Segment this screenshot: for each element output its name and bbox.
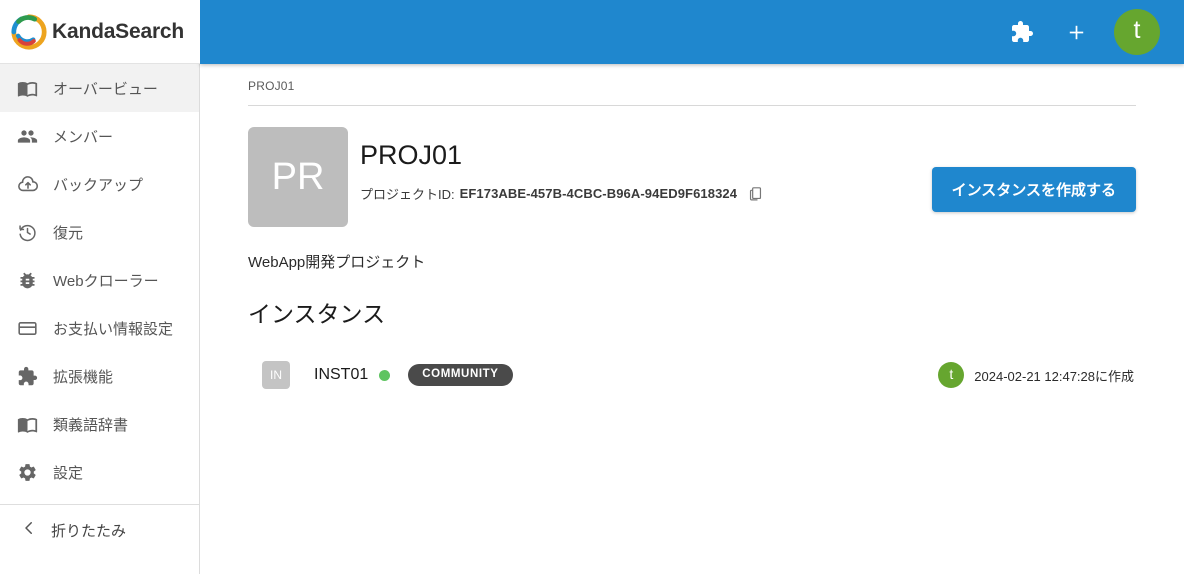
sidebar-item-label: 拡張機能 [53, 368, 114, 386]
instance-thumbnail: IN [262, 361, 290, 389]
sidebar-collapse-label: 折りたたみ [51, 522, 127, 540]
create-instance-button[interactable]: インスタンスを作成する [931, 167, 1136, 212]
project-header: PR PROJ01 プロジェクトID: EF173ABE-457B-4CBC-B… [248, 127, 1136, 227]
instances-section-title: インスタンス [248, 301, 386, 327]
instances-list: IN INST01 COMMUNITY t 2024-02-21 12:47:2… [248, 351, 1136, 399]
instance-created-info: t 2024-02-21 12:47:28に作成 [938, 362, 1134, 388]
sidebar-item-settings[interactable]: 設定 [0, 448, 199, 496]
app-root: KandaSearch t オーバービュー メンバー バックアップ 復元 Web… [0, 0, 1184, 574]
sidebar-item-label: 復元 [53, 224, 84, 242]
avatar: t [938, 362, 965, 388]
sidebar-collapse-button[interactable]: 折りたたみ [0, 505, 199, 555]
list-item[interactable]: IN INST01 COMMUNITY t 2024-02-21 12:47:2… [248, 351, 1136, 399]
credit-card-icon [17, 316, 43, 340]
sidebar-item-label: お支払い情報設定 [53, 320, 174, 338]
breadcrumb[interactable]: PROJ01 [248, 64, 1136, 93]
sidebar-item-overview[interactable]: オーバービュー [0, 64, 199, 112]
cloud-upload-icon [17, 172, 43, 196]
instance-name[interactable]: INST01 [314, 366, 368, 384]
sidebar-nav: オーバービュー メンバー バックアップ 復元 Webクローラー お支払い情報設定… [0, 64, 200, 574]
instance-created-timestamp: 2024-02-21 12:47:28に作成 [974, 368, 1134, 384]
top-header-bar: t [200, 0, 1184, 64]
sidebar-item-label: オーバービュー [53, 80, 158, 98]
gear-icon [17, 460, 43, 484]
edition-badge: COMMUNITY [408, 364, 513, 386]
project-id-line: プロジェクトID: EF173ABE-457B-4CBC-B96A-94ED9F… [360, 184, 764, 203]
sidebar-item-label: メンバー [53, 128, 114, 146]
project-id-value: EF173ABE-457B-4CBC-B96A-94ED9F618324 [459, 185, 738, 201]
user-avatar[interactable]: t [1114, 9, 1160, 55]
plus-icon[interactable] [1056, 12, 1096, 52]
sidebar-item-label: 設定 [53, 464, 84, 482]
brand-logo-bar[interactable]: KandaSearch [0, 0, 200, 64]
kandasearch-swirl-logo-icon [10, 13, 48, 51]
main-content: PROJ01 PR PROJ01 プロジェクトID: EF173ABE-457B… [201, 64, 1184, 574]
brand-name: KandaSearch [52, 19, 185, 43]
sidebar-item-restore[interactable]: 復元 [0, 208, 199, 256]
sidebar-item-members[interactable]: メンバー [0, 112, 199, 160]
page-title: PROJ01 [360, 140, 463, 170]
book-icon [17, 412, 43, 436]
puzzle-piece-icon [17, 364, 43, 388]
project-thumbnail: PR [248, 127, 348, 227]
book-icon [17, 76, 43, 100]
sidebar-item-label: バックアップ [53, 176, 144, 194]
chevron-left-icon [20, 519, 38, 542]
clipboard-copy-icon[interactable] [747, 185, 764, 202]
bug-icon [17, 268, 43, 292]
status-badge [379, 369, 391, 381]
sidebar-item-label: Webクローラー [53, 272, 159, 290]
history-restore-icon [17, 220, 43, 244]
sidebar-item-web-crawler[interactable]: Webクローラー [0, 256, 199, 304]
sidebar-item-backup[interactable]: バックアップ [0, 160, 199, 208]
breadcrumb-divider [248, 105, 1136, 106]
people-icon [17, 124, 43, 148]
sidebar-item-extensions[interactable]: 拡張機能 [0, 352, 199, 400]
project-meta: PROJ01 プロジェクトID: EF173ABE-457B-4CBC-B96A… [360, 127, 764, 203]
project-id-label: プロジェクトID: [360, 186, 455, 202]
sidebar-item-synonym-dictionary[interactable]: 類義語辞書 [0, 400, 199, 448]
puzzle-piece-icon[interactable] [1002, 12, 1042, 52]
project-description: WebApp開発プロジェクト [248, 254, 426, 271]
sidebar-item-label: 類義語辞書 [53, 416, 129, 434]
sidebar-item-billing[interactable]: お支払い情報設定 [0, 304, 199, 352]
